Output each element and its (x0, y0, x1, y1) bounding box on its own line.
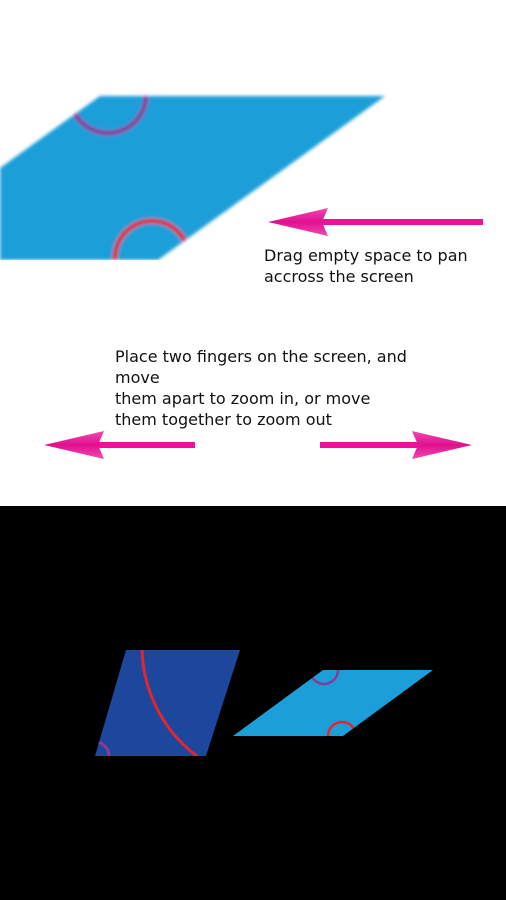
tutorial-overlay: Drag empty space to pan accross the scre… (0, 0, 506, 506)
arrow-left-icon (268, 208, 483, 236)
dark-tile[interactable] (81, 508, 418, 784)
arrow-left-icon (44, 431, 195, 459)
arrow-right-icon (320, 431, 472, 459)
tile-layer (81, 508, 433, 784)
zoom-hint-text: Place two fingers on the screen, and mov… (115, 347, 407, 429)
pan-hint-text: Drag empty space to pan accross the scre… (264, 246, 468, 286)
red-arc (140, 650, 240, 756)
game-board[interactable] (0, 506, 506, 900)
light-tile[interactable] (233, 656, 433, 750)
